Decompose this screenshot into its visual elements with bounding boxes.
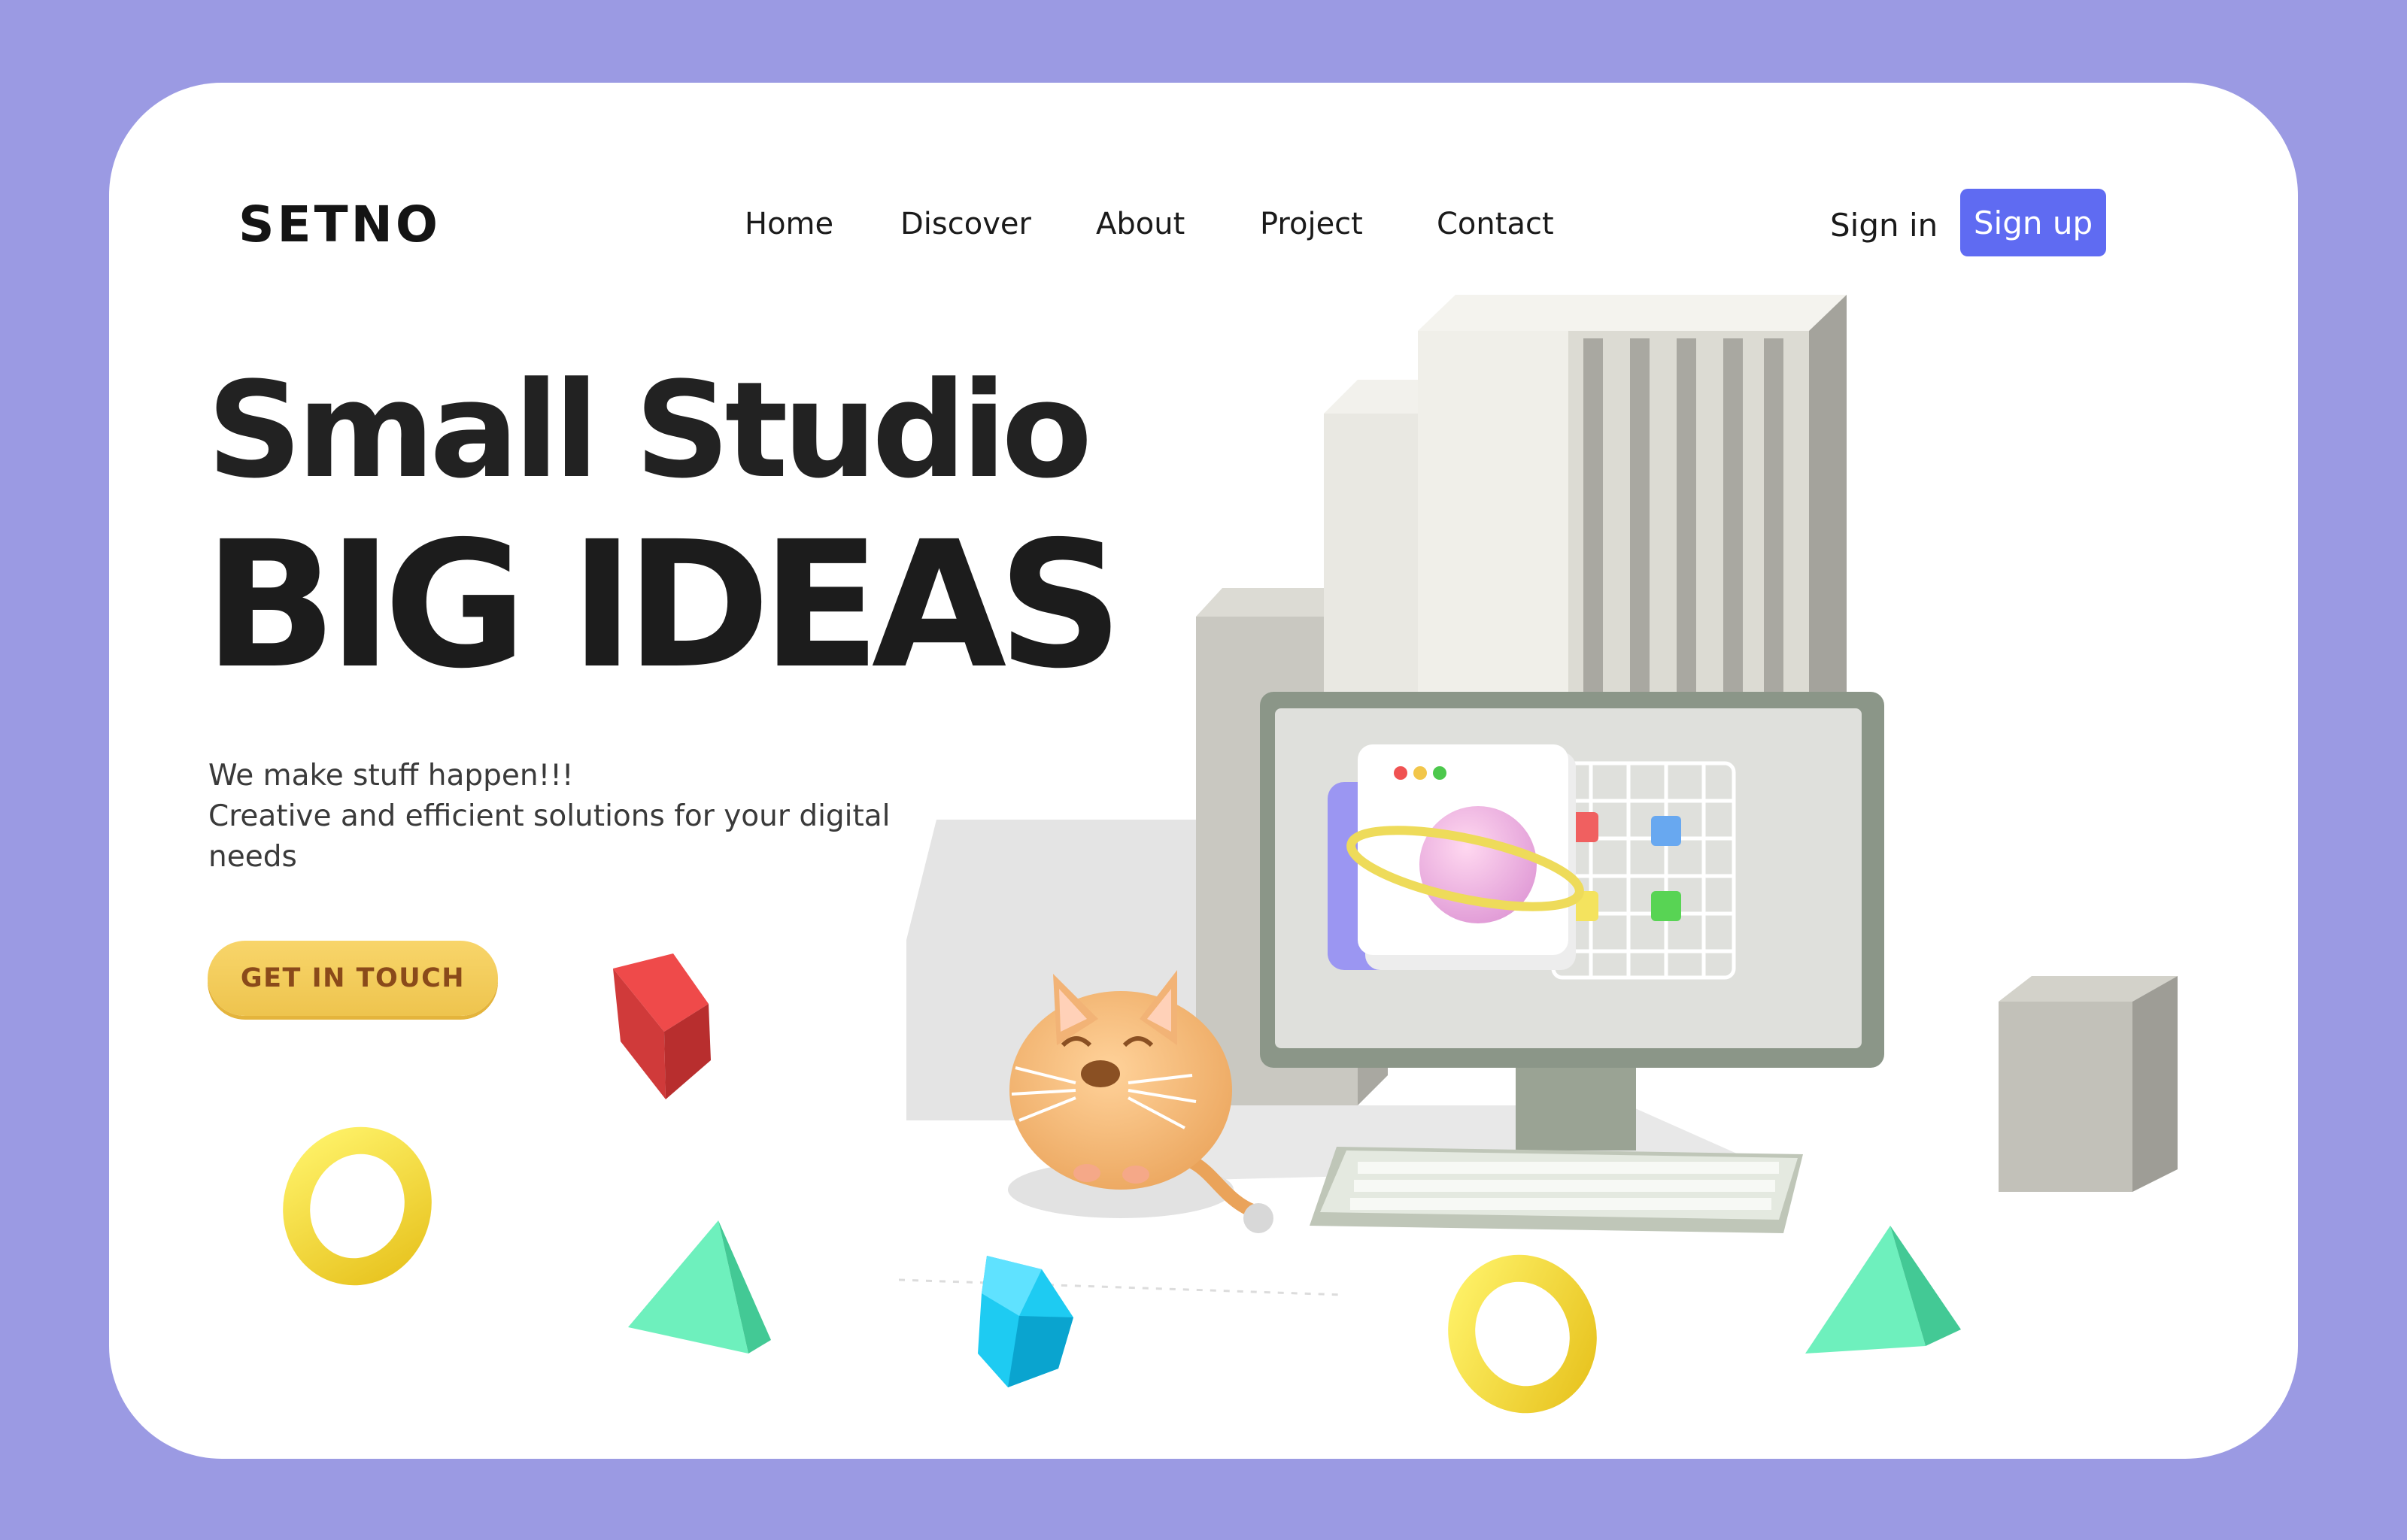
keyboard	[1310, 1147, 1803, 1233]
green-pyramid-right	[1805, 1226, 1961, 1354]
blue-icosahedron	[978, 1256, 1073, 1387]
green-pyramid-left	[628, 1220, 771, 1354]
red-cube	[613, 953, 711, 1099]
hero-illustration	[283, 295, 2178, 1414]
yellow-torus-left	[283, 1126, 432, 1286]
landing-card: SETNO Home Discover About Project Contac…	[109, 83, 2298, 1459]
yellow-torus-right	[1448, 1254, 1597, 1414]
